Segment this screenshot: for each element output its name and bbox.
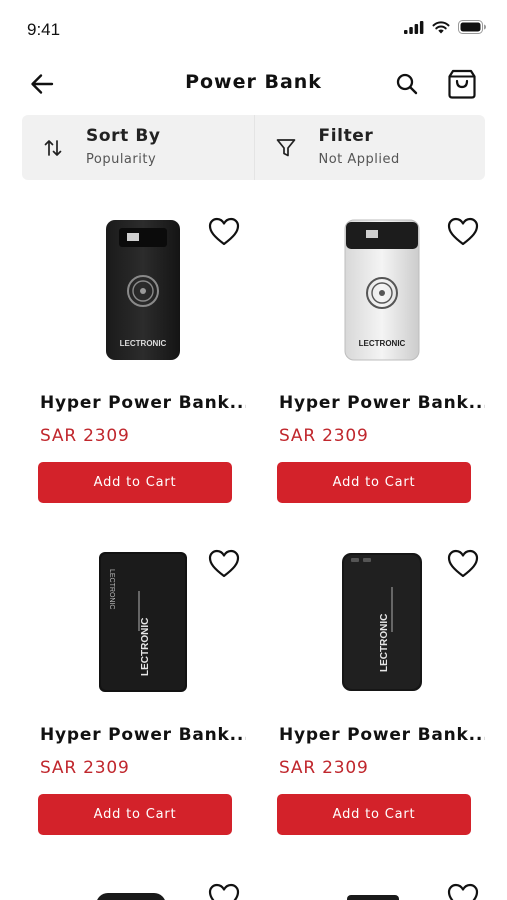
filter-value: Not Applied bbox=[318, 152, 400, 167]
product-card[interactable] bbox=[277, 859, 487, 900]
product-price: SAR 2309 bbox=[279, 758, 369, 778]
product-name[interactable]: Hyper Power Bank... bbox=[40, 393, 246, 413]
sort-button[interactable]: Sort By Popularity bbox=[22, 115, 254, 180]
add-to-cart-button[interactable]: Add to Cart bbox=[38, 794, 232, 835]
heart-icon bbox=[447, 883, 479, 900]
heart-icon bbox=[208, 549, 240, 577]
product-image[interactable] bbox=[347, 895, 399, 900]
product-card[interactable]: LECTRONIC Hyper Power Bank... SAR 2309 A… bbox=[277, 527, 487, 857]
sort-value: Popularity bbox=[86, 152, 157, 167]
product-price: SAR 2309 bbox=[40, 426, 130, 446]
shopping-bag-icon bbox=[448, 69, 476, 99]
svg-text:LECTRONIC: LECTRONIC bbox=[120, 339, 167, 348]
cart-button[interactable] bbox=[445, 66, 479, 102]
cellular-signal-icon bbox=[404, 20, 424, 34]
heart-icon bbox=[447, 217, 479, 245]
status-time: 9:41 bbox=[27, 20, 61, 39]
product-name[interactable]: Hyper Power Bank... bbox=[279, 725, 485, 745]
product-card[interactable]: LECTRONIC Hyper Power Bank... SAR 2309 A… bbox=[277, 195, 487, 525]
product-card[interactable]: LECTRONIC Hyper Power Bank... SAR 2309 A… bbox=[38, 195, 248, 525]
add-to-cart-button[interactable]: Add to Cart bbox=[38, 462, 232, 503]
filter-button[interactable]: Filter Not Applied bbox=[253, 115, 486, 180]
search-button[interactable] bbox=[391, 68, 423, 100]
heart-icon bbox=[208, 217, 240, 245]
app-header: Power Bank bbox=[0, 62, 507, 106]
add-to-cart-button[interactable]: Add to Cart bbox=[277, 794, 471, 835]
filter-title: Filter bbox=[318, 126, 374, 146]
product-image[interactable] bbox=[96, 893, 166, 900]
wishlist-button[interactable] bbox=[445, 213, 481, 249]
add-to-cart-button[interactable]: Add to Cart bbox=[277, 462, 471, 503]
product-price: SAR 2309 bbox=[279, 426, 369, 446]
product-price: SAR 2309 bbox=[40, 758, 130, 778]
svg-text:LECTRONIC: LECTRONIC bbox=[379, 614, 390, 672]
wifi-icon bbox=[432, 20, 450, 33]
heart-icon bbox=[208, 883, 240, 900]
wishlist-button[interactable] bbox=[206, 213, 242, 249]
product-name[interactable]: Hyper Power Bank... bbox=[279, 393, 485, 413]
svg-text:LECTRONIC: LECTRONIC bbox=[108, 569, 115, 609]
white-wireless-power-bank: LECTRONIC bbox=[344, 219, 420, 361]
page-title: Power Bank bbox=[185, 71, 322, 93]
sort-title: Sort By bbox=[86, 126, 161, 146]
funnel-icon bbox=[273, 135, 299, 161]
wishlist-button[interactable] bbox=[206, 545, 242, 581]
status-icons bbox=[404, 20, 487, 34]
product-name[interactable]: Hyper Power Bank... bbox=[40, 725, 246, 745]
search-icon bbox=[396, 73, 418, 95]
wishlist-button[interactable] bbox=[445, 545, 481, 581]
black-pd-power-bank: LECTRONIC LECTRONIC bbox=[99, 552, 187, 692]
svg-text:LECTRONIC: LECTRONIC bbox=[140, 618, 151, 676]
product-card[interactable] bbox=[38, 859, 248, 900]
battery-icon bbox=[458, 20, 486, 34]
heart-icon bbox=[447, 549, 479, 577]
sort-filter-bar: Sort By Popularity Filter Not Applied bbox=[22, 115, 485, 180]
status-bar: 9:41 bbox=[0, 0, 507, 60]
black-usb-power-bank: LECTRONIC bbox=[342, 553, 422, 691]
svg-text:LECTRONIC: LECTRONIC bbox=[359, 339, 406, 348]
wishlist-button[interactable] bbox=[445, 879, 481, 900]
product-card[interactable]: LECTRONIC LECTRONIC Hyper Power Bank... … bbox=[38, 527, 248, 857]
black-wireless-power-bank: LECTRONIC bbox=[106, 220, 180, 360]
sort-arrows-icon bbox=[40, 135, 66, 161]
wishlist-button[interactable] bbox=[206, 879, 242, 900]
